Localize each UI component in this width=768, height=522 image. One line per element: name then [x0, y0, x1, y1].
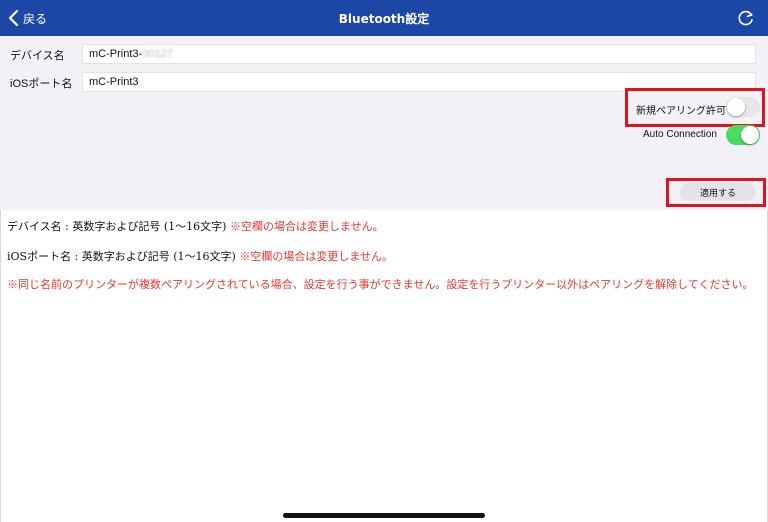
- device-name-field[interactable]: mC-Print3-00127: [82, 44, 756, 64]
- duplicate-warning: ※同じ名前のプリンターが複数ペアリングされている場合、設定を行う事ができません。…: [7, 278, 754, 291]
- apply-button[interactable]: 適用する: [680, 183, 756, 201]
- refresh-icon[interactable]: [736, 8, 756, 28]
- device-name-value: mC-Print3-: [89, 48, 143, 60]
- page-title: Bluetooth設定: [338, 11, 430, 26]
- ios-port-rule: iOSポート名 : 英数字および記号 (1〜16文字): [7, 250, 240, 263]
- toggle-knob: [727, 98, 745, 116]
- device-name-label: デバイス名: [10, 50, 65, 62]
- settings-form: デバイス名 mC-Print3-00127 iOSポート名 mC-Print3 …: [0, 36, 768, 210]
- device-name-blurred-suffix: 00127: [142, 48, 173, 60]
- device-name-rule-line: デバイス名 : 英数字および記号 (1〜16文字) ※空欄の場合は変更しません。: [7, 218, 384, 234]
- auto-connection-label: Auto Connection: [643, 129, 717, 140]
- info-panel: デバイス名 : 英数字および記号 (1〜16文字) ※空欄の場合は変更しません。…: [0, 210, 768, 522]
- ios-port-label: iOSポート名: [10, 78, 73, 90]
- auto-connection-toggle[interactable]: [726, 125, 760, 145]
- ios-port-value: mC-Print3: [89, 76, 139, 88]
- navigation-bar: 戻る Bluetooth設定: [0, 0, 768, 36]
- toggle-knob: [741, 126, 759, 144]
- device-name-rule: デバイス名 : 英数字および記号 (1〜16文字): [7, 220, 230, 233]
- new-pairing-toggle[interactable]: [726, 97, 760, 117]
- home-indicator: [283, 513, 485, 518]
- ios-port-rule-line: iOSポート名 : 英数字および記号 (1〜16文字) ※空欄の場合は変更しませ…: [7, 248, 393, 264]
- device-name-note: ※空欄の場合は変更しません。: [229, 220, 384, 233]
- ios-port-note: ※空欄の場合は変更しません。: [239, 250, 394, 263]
- new-pairing-label: 新規ペアリング許可: [636, 106, 726, 117]
